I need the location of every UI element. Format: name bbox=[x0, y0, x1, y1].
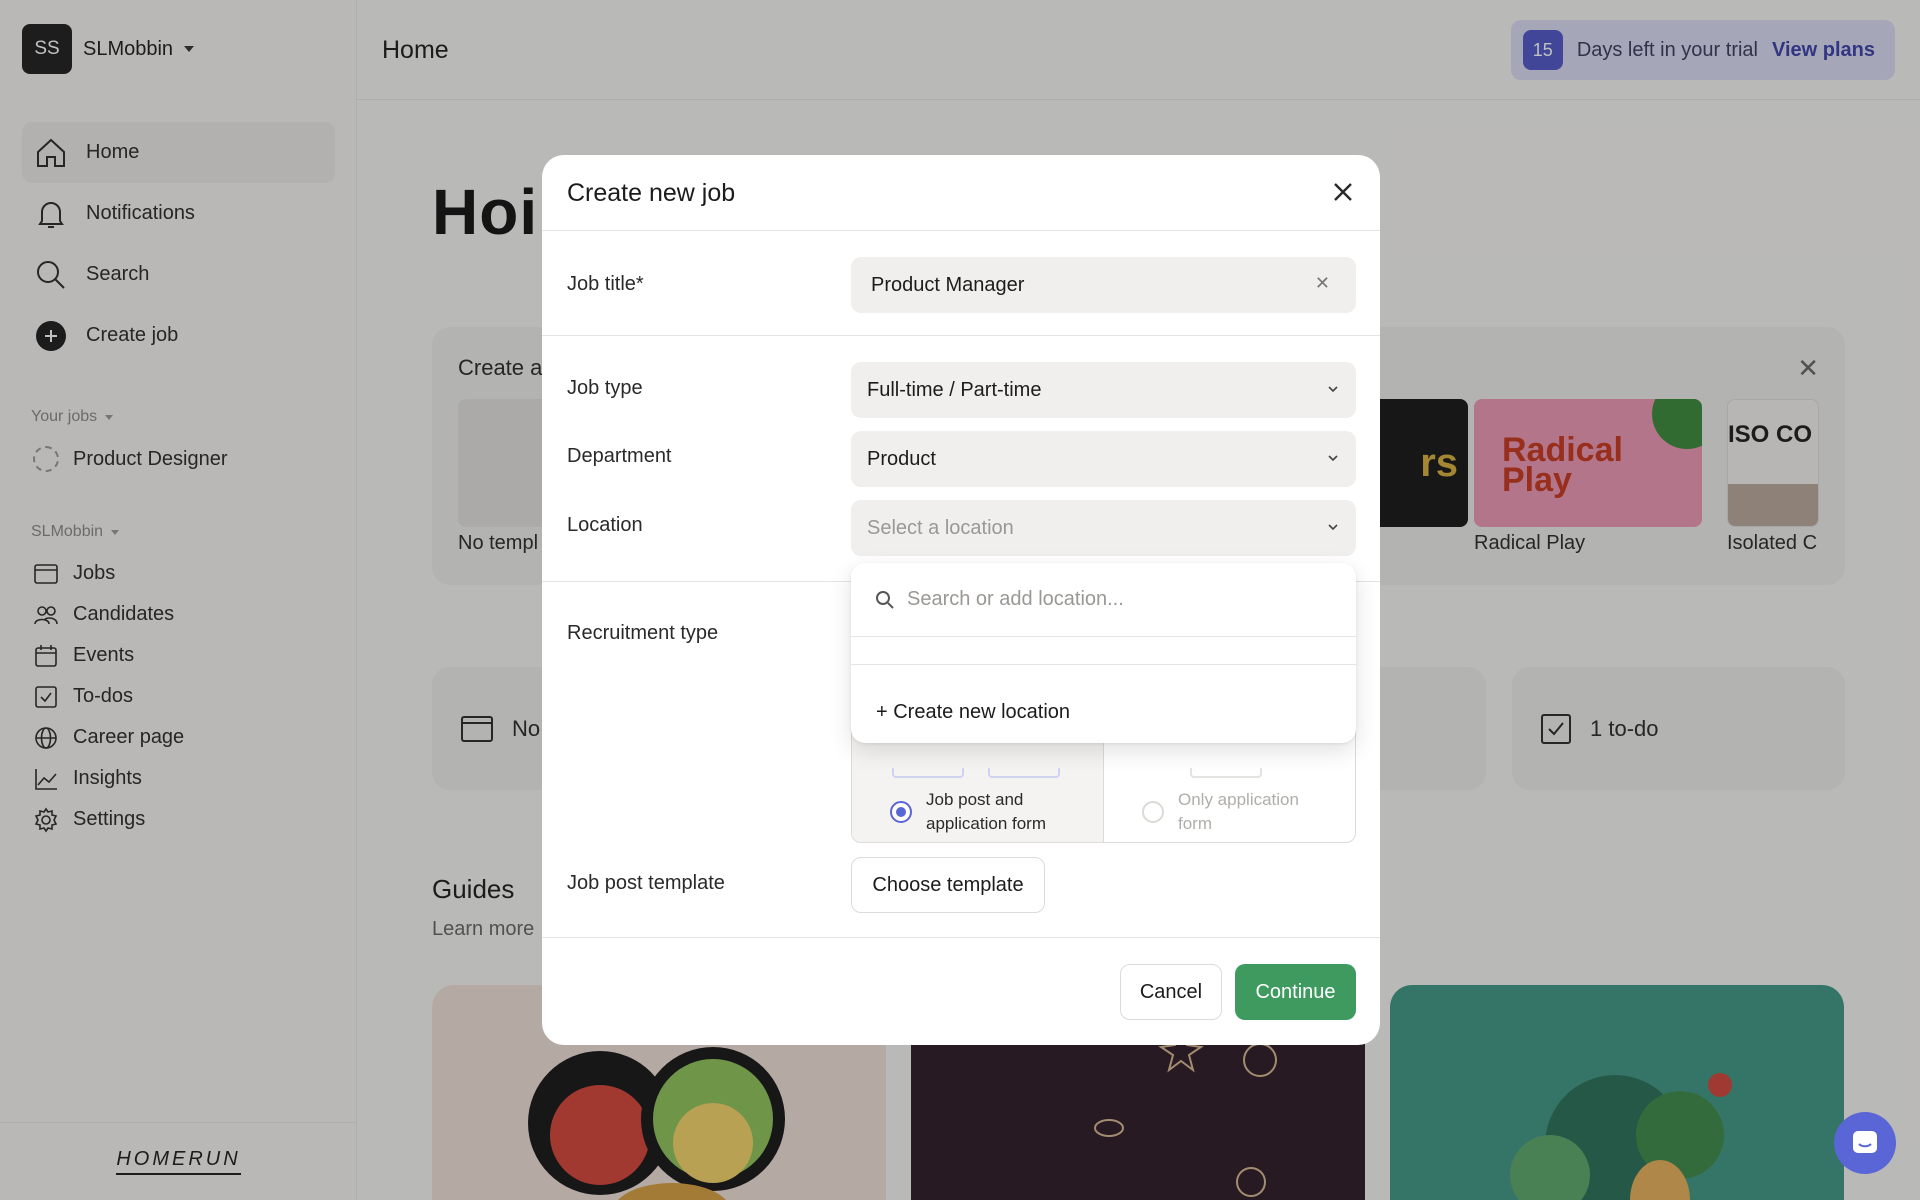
chat-button[interactable] bbox=[1834, 1112, 1896, 1174]
divider bbox=[542, 335, 1380, 336]
location-search bbox=[851, 563, 1356, 637]
chevron-down-icon bbox=[1328, 524, 1338, 531]
search-icon bbox=[876, 590, 894, 609]
job-title-field[interactable]: Product Manager ✕ bbox=[851, 257, 1356, 313]
modal-title: Create new job bbox=[567, 179, 736, 207]
create-job-modal: Create new job Job title* Product Manage… bbox=[542, 155, 1380, 1045]
department-label: Department bbox=[567, 445, 672, 467]
job-type-select[interactable]: Full-time / Part-time bbox=[851, 362, 1356, 418]
chat-icon bbox=[1853, 1131, 1877, 1153]
recruitment-type-label: Recruitment type bbox=[567, 622, 719, 644]
option-preview bbox=[1190, 768, 1262, 778]
choose-template-button[interactable]: Choose template bbox=[851, 857, 1045, 913]
department-select[interactable]: Product bbox=[851, 431, 1356, 487]
location-placeholder: Select a location bbox=[867, 516, 1014, 539]
radio-selected[interactable] bbox=[890, 801, 912, 823]
location-dropdown: + Create new location bbox=[851, 563, 1356, 743]
job-type-label: Job type bbox=[567, 377, 643, 399]
job-type-value: Full-time / Part-time bbox=[867, 378, 1042, 401]
continue-button[interactable]: Continue bbox=[1235, 964, 1356, 1020]
radio-unselected[interactable] bbox=[1142, 801, 1164, 823]
department-value: Product bbox=[867, 447, 936, 470]
clear-icon[interactable]: ✕ bbox=[1315, 273, 1330, 294]
divider bbox=[851, 664, 1356, 665]
divider bbox=[542, 937, 1380, 938]
cancel-button[interactable]: Cancel bbox=[1120, 964, 1222, 1020]
location-select[interactable]: Select a location bbox=[851, 500, 1356, 556]
create-location-option[interactable]: + Create new location bbox=[876, 701, 1070, 724]
job-title-value: Product Manager bbox=[871, 273, 1025, 296]
option-label: Job post and application form bbox=[926, 790, 1047, 833]
option-preview bbox=[988, 768, 1060, 778]
option-preview bbox=[892, 768, 964, 778]
option-label: Only application form bbox=[1178, 790, 1299, 833]
close-icon[interactable] bbox=[1330, 179, 1356, 205]
job-title-label: Job title* bbox=[567, 273, 644, 295]
location-search-input[interactable] bbox=[907, 588, 1307, 611]
chevron-down-icon bbox=[1328, 386, 1338, 393]
location-label: Location bbox=[567, 514, 643, 536]
job-post-template-label: Job post template bbox=[567, 872, 725, 894]
modal-header: Create new job bbox=[542, 155, 1380, 231]
radio-dot bbox=[896, 807, 906, 817]
chevron-down-icon bbox=[1328, 455, 1338, 462]
